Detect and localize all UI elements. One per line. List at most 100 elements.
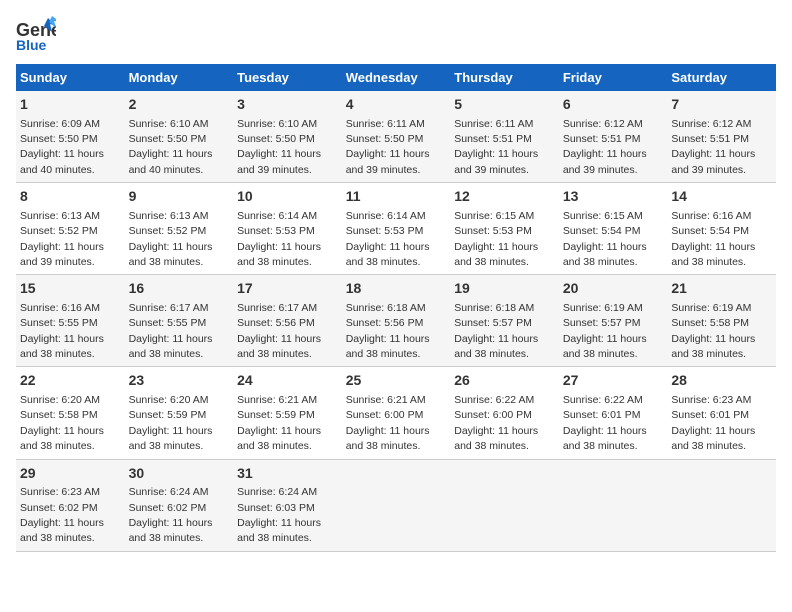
calendar-cell: 20 Sunrise: 6:19 AMSunset: 5:57 PMDaylig…	[559, 275, 668, 367]
day-number: 5	[454, 95, 555, 115]
calendar-week-row: 1 Sunrise: 6:09 AMSunset: 5:50 PMDayligh…	[16, 91, 776, 183]
calendar-cell: 13 Sunrise: 6:15 AMSunset: 5:54 PMDaylig…	[559, 183, 668, 275]
day-info: Sunrise: 6:11 AMSunset: 5:50 PMDaylight:…	[346, 118, 430, 176]
day-info: Sunrise: 6:14 AMSunset: 5:53 PMDaylight:…	[346, 210, 430, 268]
calendar-cell: 18 Sunrise: 6:18 AMSunset: 5:56 PMDaylig…	[342, 275, 451, 367]
day-info: Sunrise: 6:15 AMSunset: 5:53 PMDaylight:…	[454, 210, 538, 268]
calendar-cell	[342, 459, 451, 551]
column-header-friday: Friday	[559, 64, 668, 91]
calendar-cell: 21 Sunrise: 6:19 AMSunset: 5:58 PMDaylig…	[667, 275, 776, 367]
day-info: Sunrise: 6:20 AMSunset: 5:59 PMDaylight:…	[129, 394, 213, 452]
day-info: Sunrise: 6:23 AMSunset: 6:01 PMDaylight:…	[671, 394, 755, 452]
day-info: Sunrise: 6:13 AMSunset: 5:52 PMDaylight:…	[20, 210, 104, 268]
calendar-cell: 26 Sunrise: 6:22 AMSunset: 6:00 PMDaylig…	[450, 367, 559, 459]
calendar-cell: 15 Sunrise: 6:16 AMSunset: 5:55 PMDaylig…	[16, 275, 125, 367]
calendar-cell: 6 Sunrise: 6:12 AMSunset: 5:51 PMDayligh…	[559, 91, 668, 183]
day-info: Sunrise: 6:22 AMSunset: 6:01 PMDaylight:…	[563, 394, 647, 452]
day-info: Sunrise: 6:10 AMSunset: 5:50 PMDaylight:…	[129, 118, 213, 176]
day-info: Sunrise: 6:21 AMSunset: 5:59 PMDaylight:…	[237, 394, 321, 452]
column-header-sunday: Sunday	[16, 64, 125, 91]
day-number: 26	[454, 371, 555, 391]
day-info: Sunrise: 6:17 AMSunset: 5:55 PMDaylight:…	[129, 302, 213, 360]
page-header: General Blue	[16, 16, 776, 52]
calendar-cell: 22 Sunrise: 6:20 AMSunset: 5:58 PMDaylig…	[16, 367, 125, 459]
day-info: Sunrise: 6:18 AMSunset: 5:56 PMDaylight:…	[346, 302, 430, 360]
calendar-cell: 3 Sunrise: 6:10 AMSunset: 5:50 PMDayligh…	[233, 91, 342, 183]
calendar-cell: 25 Sunrise: 6:21 AMSunset: 6:00 PMDaylig…	[342, 367, 451, 459]
svg-text:Blue: Blue	[16, 37, 47, 52]
calendar-cell: 1 Sunrise: 6:09 AMSunset: 5:50 PMDayligh…	[16, 91, 125, 183]
calendar-cell: 9 Sunrise: 6:13 AMSunset: 5:52 PMDayligh…	[125, 183, 234, 275]
column-header-wednesday: Wednesday	[342, 64, 451, 91]
calendar-week-row: 8 Sunrise: 6:13 AMSunset: 5:52 PMDayligh…	[16, 183, 776, 275]
day-number: 23	[129, 371, 230, 391]
calendar-cell: 30 Sunrise: 6:24 AMSunset: 6:02 PMDaylig…	[125, 459, 234, 551]
day-number: 18	[346, 279, 447, 299]
calendar-cell: 5 Sunrise: 6:11 AMSunset: 5:51 PMDayligh…	[450, 91, 559, 183]
logo: General Blue	[16, 16, 56, 52]
column-header-tuesday: Tuesday	[233, 64, 342, 91]
day-number: 14	[671, 187, 772, 207]
day-info: Sunrise: 6:12 AMSunset: 5:51 PMDaylight:…	[563, 118, 647, 176]
calendar-cell: 23 Sunrise: 6:20 AMSunset: 5:59 PMDaylig…	[125, 367, 234, 459]
day-number: 1	[20, 95, 121, 115]
day-info: Sunrise: 6:20 AMSunset: 5:58 PMDaylight:…	[20, 394, 104, 452]
day-info: Sunrise: 6:10 AMSunset: 5:50 PMDaylight:…	[237, 118, 321, 176]
column-header-monday: Monday	[125, 64, 234, 91]
calendar-cell: 24 Sunrise: 6:21 AMSunset: 5:59 PMDaylig…	[233, 367, 342, 459]
calendar-cell: 27 Sunrise: 6:22 AMSunset: 6:01 PMDaylig…	[559, 367, 668, 459]
day-info: Sunrise: 6:17 AMSunset: 5:56 PMDaylight:…	[237, 302, 321, 360]
day-number: 29	[20, 464, 121, 484]
day-info: Sunrise: 6:11 AMSunset: 5:51 PMDaylight:…	[454, 118, 538, 176]
calendar-table: SundayMondayTuesdayWednesdayThursdayFrid…	[16, 64, 776, 552]
calendar-header-row: SundayMondayTuesdayWednesdayThursdayFrid…	[16, 64, 776, 91]
day-number: 22	[20, 371, 121, 391]
day-number: 2	[129, 95, 230, 115]
calendar-cell	[450, 459, 559, 551]
day-info: Sunrise: 6:21 AMSunset: 6:00 PMDaylight:…	[346, 394, 430, 452]
day-number: 10	[237, 187, 338, 207]
calendar-cell: 29 Sunrise: 6:23 AMSunset: 6:02 PMDaylig…	[16, 459, 125, 551]
day-number: 15	[20, 279, 121, 299]
day-info: Sunrise: 6:16 AMSunset: 5:55 PMDaylight:…	[20, 302, 104, 360]
day-info: Sunrise: 6:24 AMSunset: 6:03 PMDaylight:…	[237, 486, 321, 544]
day-number: 9	[129, 187, 230, 207]
calendar-cell: 2 Sunrise: 6:10 AMSunset: 5:50 PMDayligh…	[125, 91, 234, 183]
calendar-cell	[559, 459, 668, 551]
day-number: 7	[671, 95, 772, 115]
day-number: 19	[454, 279, 555, 299]
day-number: 6	[563, 95, 664, 115]
calendar-week-row: 15 Sunrise: 6:16 AMSunset: 5:55 PMDaylig…	[16, 275, 776, 367]
calendar-cell: 12 Sunrise: 6:15 AMSunset: 5:53 PMDaylig…	[450, 183, 559, 275]
day-info: Sunrise: 6:19 AMSunset: 5:58 PMDaylight:…	[671, 302, 755, 360]
day-info: Sunrise: 6:24 AMSunset: 6:02 PMDaylight:…	[129, 486, 213, 544]
day-number: 31	[237, 464, 338, 484]
day-number: 3	[237, 95, 338, 115]
column-header-thursday: Thursday	[450, 64, 559, 91]
calendar-cell: 7 Sunrise: 6:12 AMSunset: 5:51 PMDayligh…	[667, 91, 776, 183]
day-info: Sunrise: 6:19 AMSunset: 5:57 PMDaylight:…	[563, 302, 647, 360]
day-number: 8	[20, 187, 121, 207]
calendar-cell: 4 Sunrise: 6:11 AMSunset: 5:50 PMDayligh…	[342, 91, 451, 183]
day-number: 11	[346, 187, 447, 207]
calendar-cell: 17 Sunrise: 6:17 AMSunset: 5:56 PMDaylig…	[233, 275, 342, 367]
day-number: 16	[129, 279, 230, 299]
day-number: 25	[346, 371, 447, 391]
day-info: Sunrise: 6:16 AMSunset: 5:54 PMDaylight:…	[671, 210, 755, 268]
day-number: 28	[671, 371, 772, 391]
calendar-cell: 14 Sunrise: 6:16 AMSunset: 5:54 PMDaylig…	[667, 183, 776, 275]
calendar-cell: 10 Sunrise: 6:14 AMSunset: 5:53 PMDaylig…	[233, 183, 342, 275]
day-number: 12	[454, 187, 555, 207]
day-info: Sunrise: 6:15 AMSunset: 5:54 PMDaylight:…	[563, 210, 647, 268]
day-info: Sunrise: 6:09 AMSunset: 5:50 PMDaylight:…	[20, 118, 104, 176]
day-info: Sunrise: 6:22 AMSunset: 6:00 PMDaylight:…	[454, 394, 538, 452]
calendar-cell: 11 Sunrise: 6:14 AMSunset: 5:53 PMDaylig…	[342, 183, 451, 275]
day-info: Sunrise: 6:23 AMSunset: 6:02 PMDaylight:…	[20, 486, 104, 544]
day-number: 17	[237, 279, 338, 299]
calendar-cell: 19 Sunrise: 6:18 AMSunset: 5:57 PMDaylig…	[450, 275, 559, 367]
day-number: 4	[346, 95, 447, 115]
day-number: 20	[563, 279, 664, 299]
day-number: 27	[563, 371, 664, 391]
day-info: Sunrise: 6:12 AMSunset: 5:51 PMDaylight:…	[671, 118, 755, 176]
calendar-cell: 28 Sunrise: 6:23 AMSunset: 6:01 PMDaylig…	[667, 367, 776, 459]
